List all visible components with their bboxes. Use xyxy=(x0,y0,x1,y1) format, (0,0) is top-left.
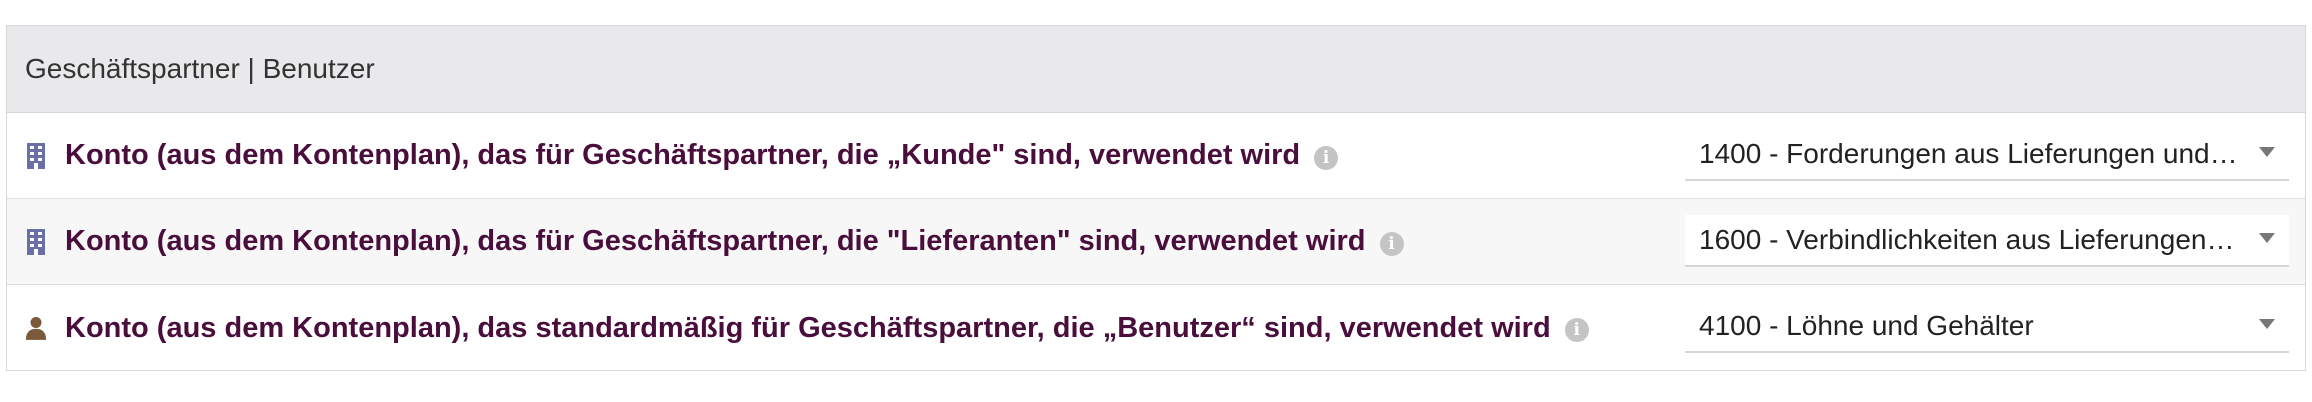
settings-row-customer-account: Konto (aus dem Kontenplan), das für Gesc… xyxy=(7,113,2305,199)
info-icon[interactable]: i xyxy=(1314,145,1339,170)
settings-row-supplier-account: Konto (aus dem Kontenplan), das für Gesc… xyxy=(7,199,2305,285)
settings-row-user-account: Konto (aus dem Kontenplan), das standard… xyxy=(7,285,2305,371)
chevron-down-icon xyxy=(2259,319,2275,329)
user-icon xyxy=(25,314,47,342)
building-icon xyxy=(25,142,47,170)
row-label: Konto (aus dem Kontenplan), das standard… xyxy=(65,311,1551,344)
info-icon[interactable]: i xyxy=(1564,318,1589,342)
row-label: Konto (aus dem Kontenplan), das für Gesc… xyxy=(65,139,1301,171)
settings-panel: Geschäftspartner | Benutzer Konto (aus d… xyxy=(6,25,2306,371)
row-label: Konto (aus dem Kontenplan), das für Gesc… xyxy=(65,225,1366,257)
account-select[interactable]: 4100 - Löhne und Gehälter xyxy=(1685,301,2289,353)
account-select-value: 4100 - Löhne und Gehälter xyxy=(1699,310,2034,341)
chevron-down-icon xyxy=(2259,147,2275,157)
building-icon xyxy=(25,228,47,256)
info-icon[interactable]: i xyxy=(1379,231,1404,256)
panel-title: Geschäftspartner | Benutzer xyxy=(25,53,375,84)
account-select-value: 1600 - Verbindlichkeiten aus Lieferungen… xyxy=(1699,224,2241,255)
account-select[interactable]: 1600 - Verbindlichkeiten aus Lieferungen… xyxy=(1685,215,2289,267)
account-select[interactable]: 1400 - Forderungen aus Lieferungen und L… xyxy=(1685,129,2289,181)
panel-header: Geschäftspartner | Benutzer xyxy=(7,26,2305,113)
chevron-down-icon xyxy=(2259,233,2275,243)
account-select-value: 1400 - Forderungen aus Lieferungen und L… xyxy=(1699,138,2241,169)
